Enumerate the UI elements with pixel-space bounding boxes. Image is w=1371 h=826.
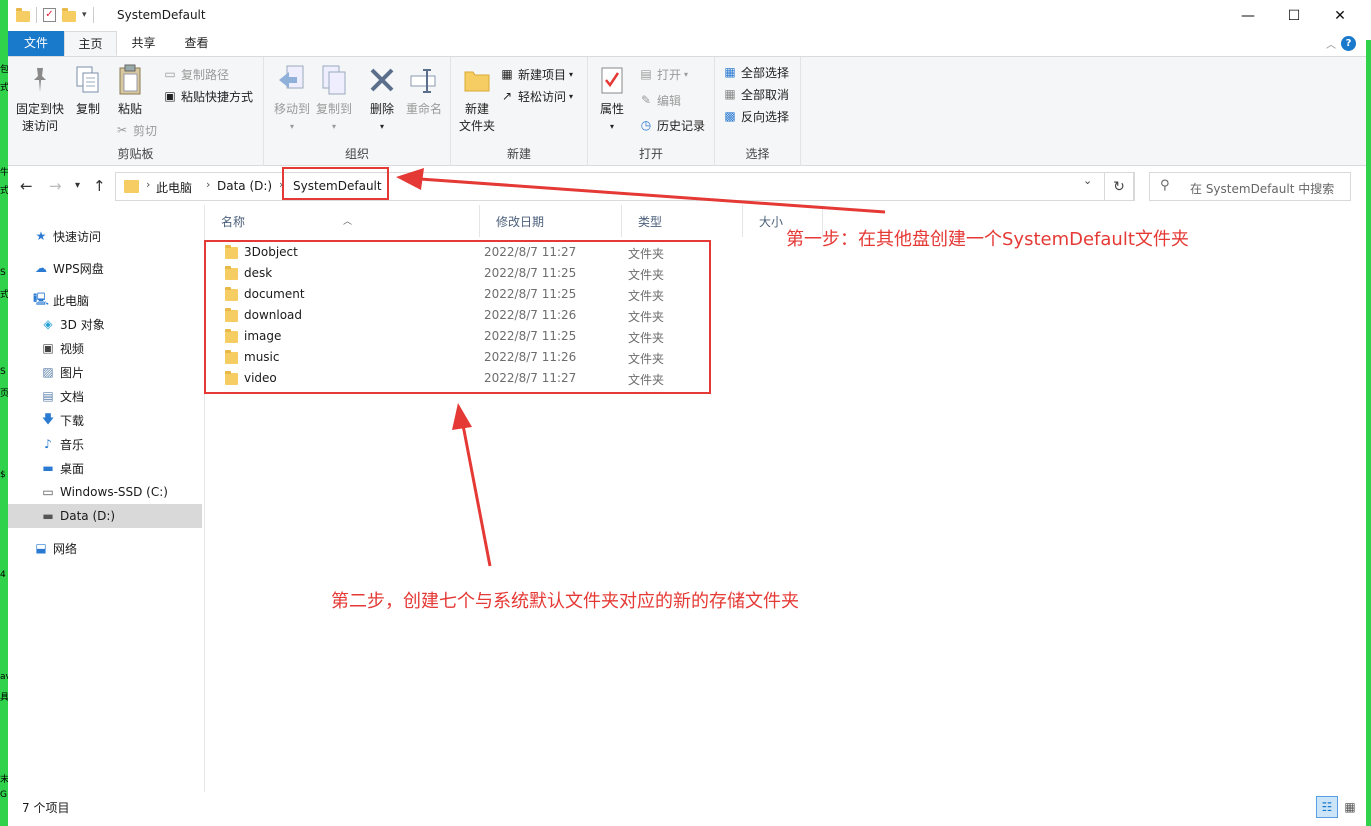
annotation-step1: 第一步：在其他盘创建一个SystemDefault文件夹 — [786, 229, 1189, 250]
arrow-step1-head — [396, 168, 424, 190]
arrow-step1-line — [419, 177, 886, 214]
annotation-step2: 第二步，创建七个与系统默认文件夹对应的新的存储文件夹 — [331, 591, 799, 612]
arrow-step2-head — [452, 403, 472, 430]
annotation-arrows — [396, 168, 886, 567]
arrow-step2-line — [461, 424, 492, 567]
